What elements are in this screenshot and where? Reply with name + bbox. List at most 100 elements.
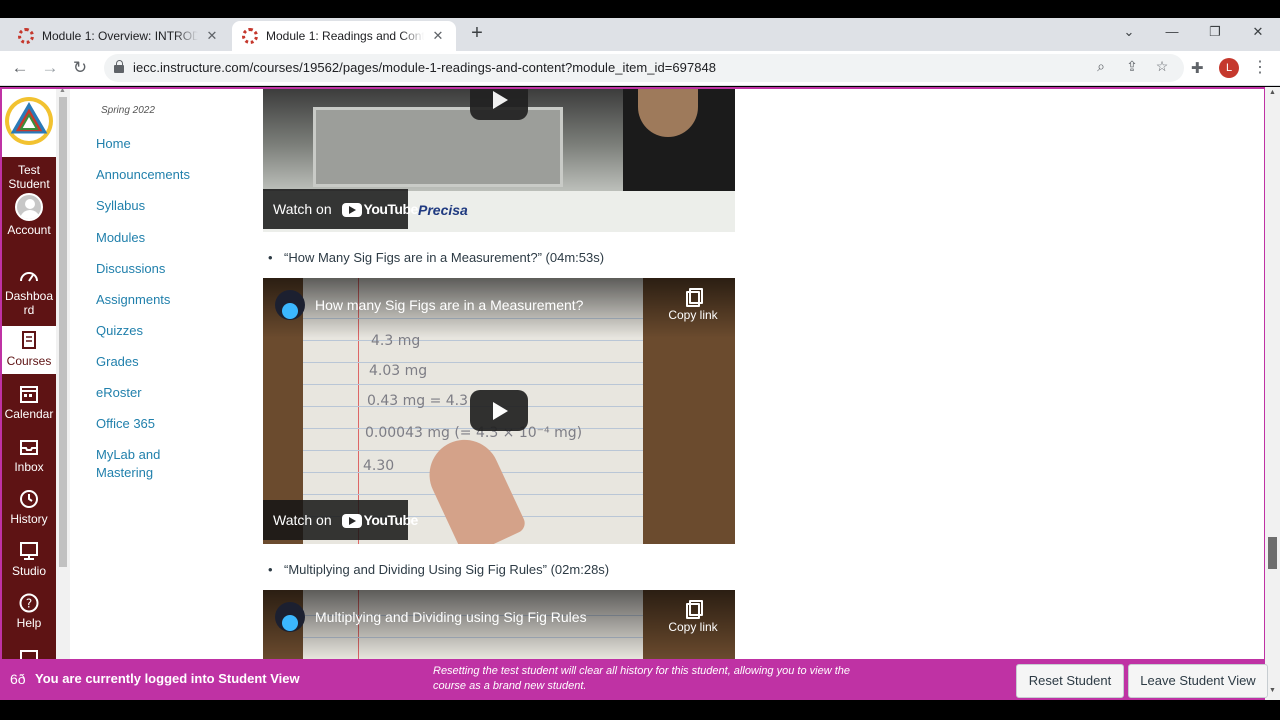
brand-text: Precisa [418,202,468,218]
nav-label: Calendar [4,407,54,421]
global-nav-history[interactable]: History [2,488,56,526]
studio-icon [20,542,38,560]
new-tab-button[interactable]: + [467,22,487,45]
video-caption: “How Many Sig Figs are in a Measurement?… [284,250,605,265]
video-title[interactable]: Multiplying and Dividing using Sig Fig R… [315,609,587,625]
video-embed-2[interactable]: 4.3 mg 4.03 mg 0.43 mg = 4.3 0.00043 mg … [263,278,735,544]
global-navigation: Test Student Account Dashboard Courses C… [2,87,56,660]
watch-on-label: Watch on [273,201,332,217]
calendar-icon [20,386,38,403]
page-scrollbar[interactable]: ▲ ▼ [1265,87,1280,700]
list-item: “Multiplying and Dividing Using Sig Fig … [268,562,610,577]
video-embed-3[interactable]: Multiplying and Dividing using Sig Fig R… [263,590,735,660]
global-nav-courses[interactable]: Courses [2,326,56,374]
nav-label: Dashboard [4,289,54,317]
svg-text:?: ? [26,597,32,611]
nav-scrollbar[interactable]: ▲ [56,87,70,660]
menu-icon[interactable]: ⋮ [1252,57,1268,77]
watch-on-youtube-button[interactable]: Watch on YouTube [263,189,418,229]
close-window-icon[interactable]: ✕ [1248,24,1268,40]
course-nav-office365[interactable]: Office 365 [96,415,155,433]
logo-icon [5,97,53,145]
tab-readings[interactable]: Module 1: Readings and Content ✕ [232,21,456,51]
global-nav-dashboard[interactable]: Dashboard [2,265,56,317]
video-title[interactable]: How many Sig Figs are in a Measurement? [315,297,583,313]
handwriting: 4.30 [363,458,395,474]
share-icon[interactable]: ⇪ [1123,58,1141,75]
close-tab-icon[interactable]: ✕ [430,28,446,44]
institution-logo[interactable] [2,87,56,157]
global-nav-calendar[interactable]: Calendar [2,383,56,421]
lock-icon [114,60,124,73]
tab-search-icon[interactable]: ⌄ [1119,24,1139,40]
restore-icon[interactable]: ❐ [1205,24,1225,40]
canvas-favicon-icon [18,28,34,44]
list-item: “How Many Sig Figs are in a Measurement?… [268,250,605,265]
inbox-icon [20,440,38,455]
course-nav-modules[interactable]: Modules [96,229,145,247]
zoom-icon[interactable]: ⌕ [1092,58,1110,75]
nav-label: Inbox [14,460,44,474]
course-nav-quizzes[interactable]: Quizzes [96,322,143,340]
course-nav-assignments[interactable]: Assignments [96,291,170,309]
play-button-icon[interactable] [470,87,528,120]
watch-on-youtube-button[interactable]: Watch on YouTube [263,500,418,540]
copy-link-button[interactable]: Copy link [663,288,723,322]
extensions-icon[interactable]: ✚ [1191,59,1204,77]
global-nav-inbox[interactable]: Inbox [2,436,56,474]
screen: Module 1: Overview: INTRODUCTION ✕ Modul… [0,0,1280,720]
tab-title: Module 1: Overview: INTRODUCTION [42,29,198,43]
tab-overview[interactable]: Module 1: Overview: INTRODUCTION ✕ [8,21,230,51]
url-text[interactable]: iecc.instructure.com/courses/19562/pages… [133,60,716,75]
close-tab-icon[interactable]: ✕ [204,28,220,44]
course-nav-eroster[interactable]: eRoster [96,384,142,402]
student-view-bar: 6ð You are currently logged into Student… [0,659,1268,700]
student-view-note: Resetting the test student will clear al… [433,665,850,692]
canvas-page: Test Student Account Dashboard Courses C… [0,87,1265,700]
reset-student-button[interactable]: Reset Student [1016,664,1124,698]
courses-icon [22,331,36,349]
back-icon[interactable]: ← [10,58,30,78]
leave-student-view-button[interactable]: Leave Student View [1128,664,1268,698]
reload-icon[interactable]: ↻ [70,58,90,78]
youtube-logo-icon [341,514,362,529]
address-bar[interactable]: iecc.instructure.com/courses/19562/pages… [104,54,1184,82]
course-nav-announcements[interactable]: Announcements [96,166,190,184]
course-nav-mylab[interactable]: MyLab and Mastering [96,446,196,482]
nav-label: History [10,512,48,526]
user-name: Test Student [8,163,50,191]
youtube-wordmark: YouTube [363,201,419,217]
student-view-icon: 6ð [10,671,26,687]
term-label: Spring 2022 [101,105,155,116]
channel-avatar[interactable] [275,290,305,320]
history-icon [20,490,38,508]
nav-label: Help [16,616,42,630]
minimize-icon[interactable]: — [1162,24,1182,39]
course-nav-grades[interactable]: Grades [96,353,139,371]
channel-avatar[interactable] [275,602,305,632]
course-nav-syllabus[interactable]: Syllabus [96,197,145,215]
play-button-icon[interactable] [470,390,528,431]
youtube-logo-icon [341,203,362,218]
video-caption: “Multiplying and Dividing Using Sig Fig … [284,562,610,577]
copy-icon [686,600,703,619]
global-nav-help[interactable]: ? Help [2,592,56,630]
dashboard-icon [20,272,38,282]
tab-title: Module 1: Readings and Content [266,29,424,43]
browser-tab-bar: Module 1: Overview: INTRODUCTION ✕ Modul… [0,18,1280,51]
copy-link-button[interactable]: Copy link [663,600,723,634]
youtube-wordmark: YouTube [363,512,419,528]
profile-avatar[interactable]: L [1219,58,1239,78]
star-icon[interactable]: ☆ [1153,58,1171,75]
course-nav-discussions[interactable]: Discussions [96,260,165,278]
course-nav-home[interactable]: Home [96,135,131,153]
nav-label: Account [7,223,51,237]
global-nav-account[interactable]: Test Student Account [2,163,56,237]
forward-icon[interactable]: → [40,58,60,78]
global-nav-studio[interactable]: Studio [2,540,56,578]
nav-label: Courses [6,354,52,368]
handwriting: 0.43 mg = 4.3 [367,393,469,409]
nav-label: Studio [11,564,47,578]
video-embed-1[interactable]: Precisa Watch on YouTube [263,87,735,232]
copy-link-label: Copy link [668,308,718,322]
